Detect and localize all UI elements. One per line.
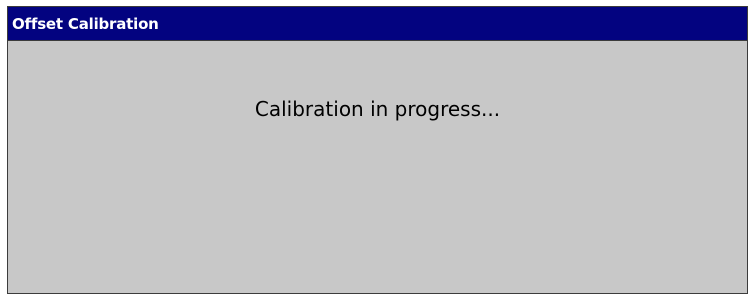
dialog-body: Calibration in progress... [8,41,747,293]
calibration-dialog: Offset Calibration Calibration in progre… [7,6,748,294]
window-title: Offset Calibration [12,14,159,33]
title-bar: Offset Calibration [8,7,747,41]
status-message: Calibration in progress... [254,97,501,121]
